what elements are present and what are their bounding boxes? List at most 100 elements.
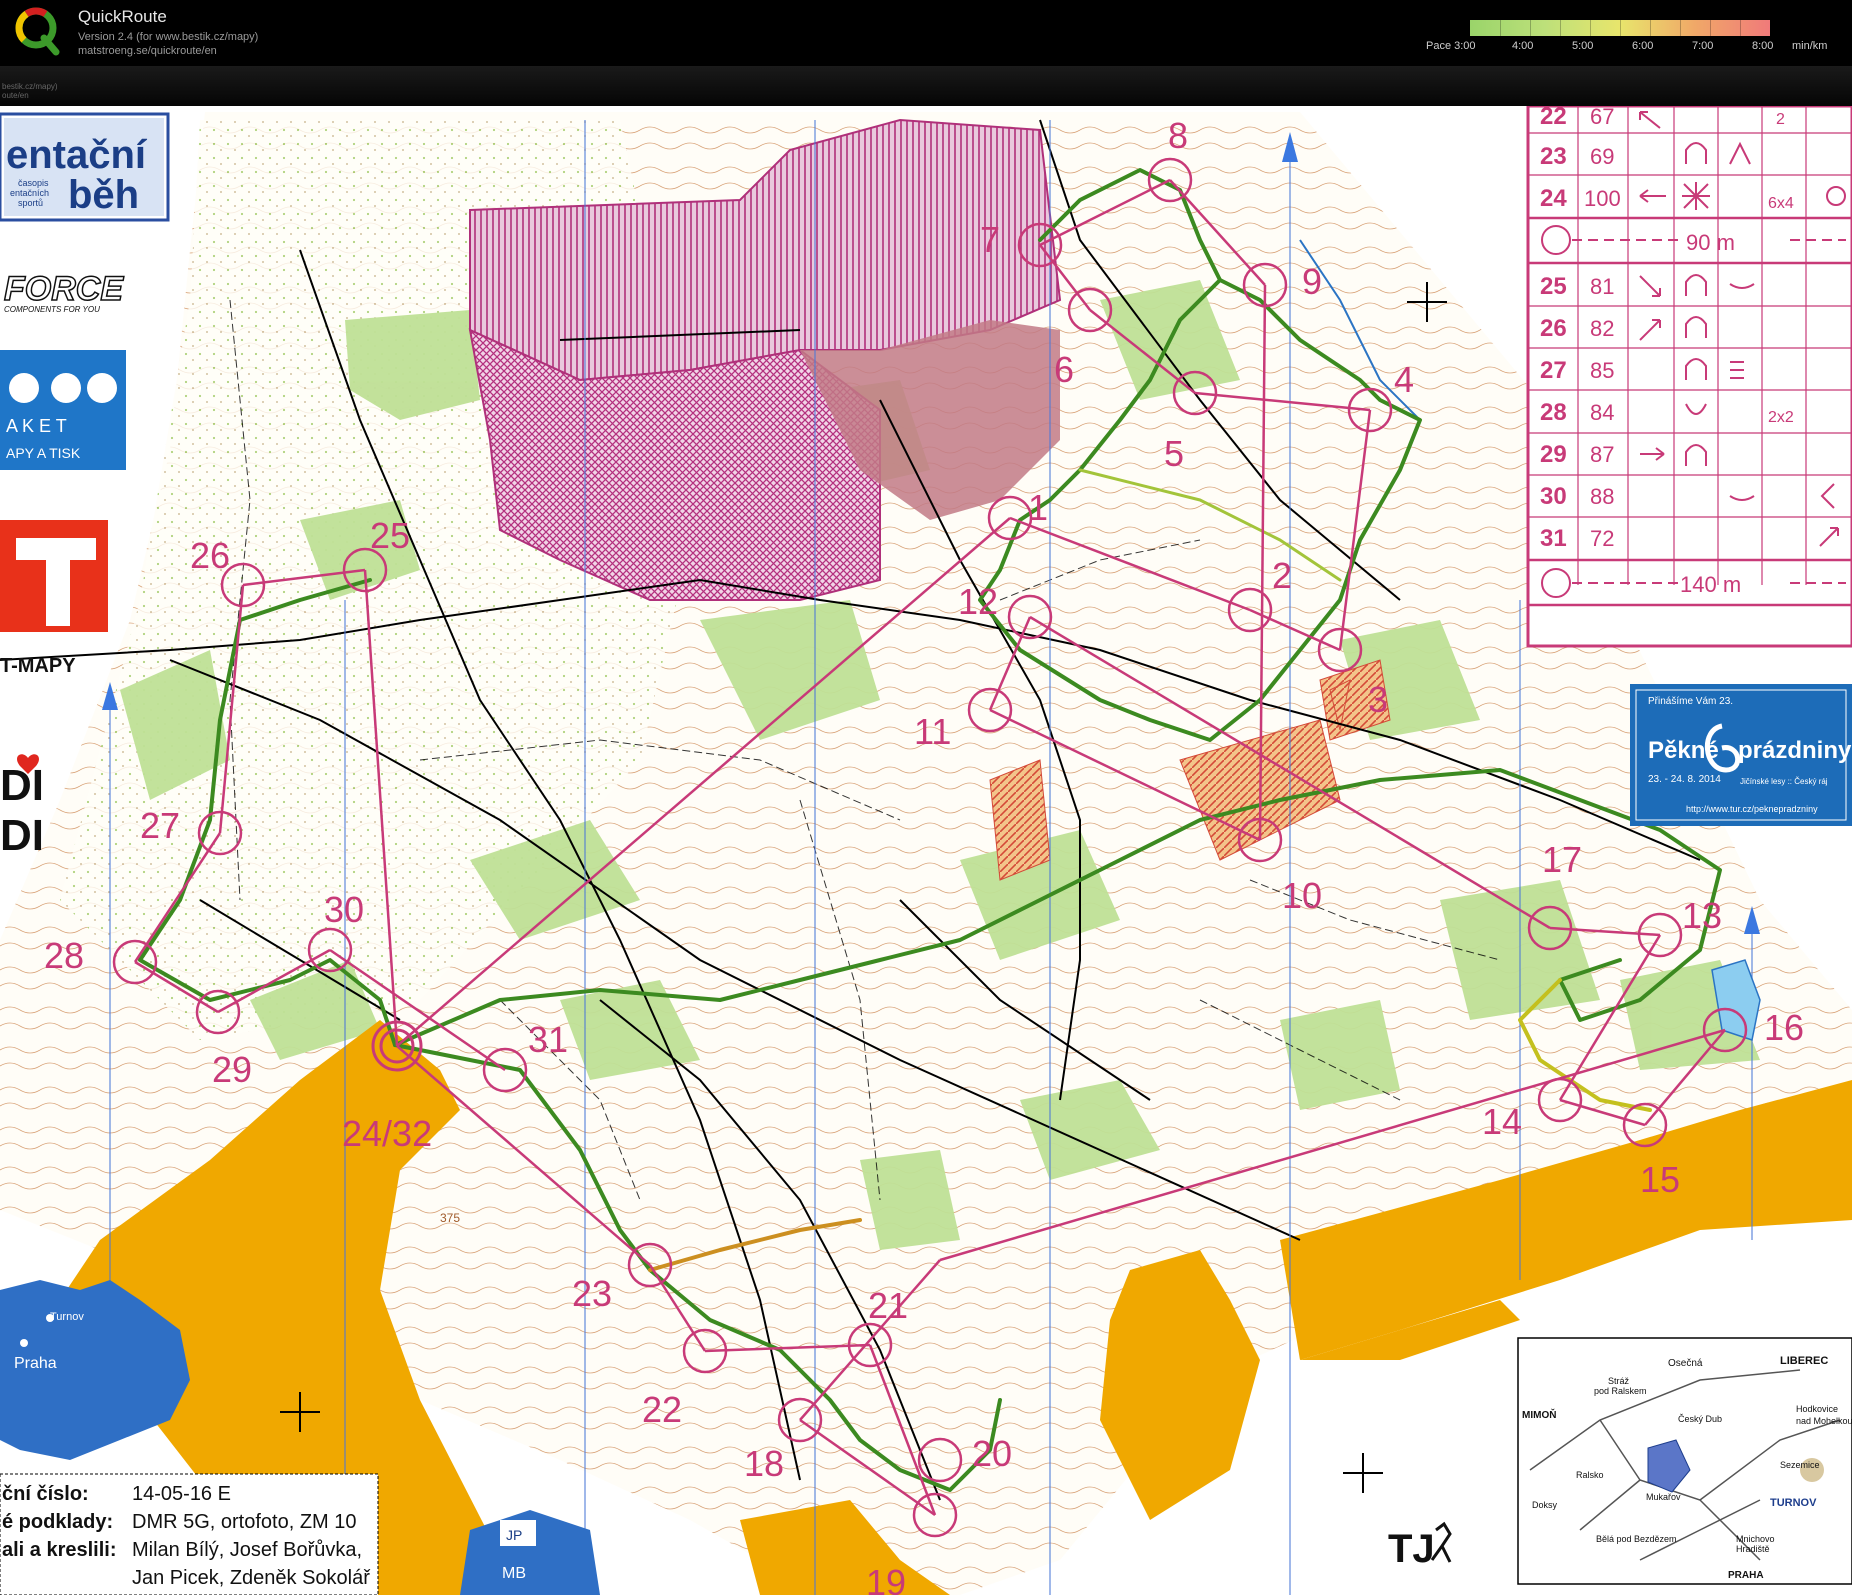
pace-tick-label: 6:00 <box>1632 40 1654 52</box>
table-cell-code: 85 <box>1590 358 1614 383</box>
inset-label: TURNOV <box>1770 1497 1817 1509</box>
table-cell-num: 28 <box>1540 399 1567 426</box>
info-value: Milan Bílý, Josef Bořůvka, <box>132 1539 362 1561</box>
magazine-title: běh <box>68 173 139 217</box>
table-cell-feat: 6x4 <box>1768 195 1794 212</box>
app-title: QuickRoute <box>78 7 167 26</box>
control-number: 16 <box>1764 1007 1804 1048</box>
control-number: 13 <box>1682 895 1722 936</box>
parking-label: MB <box>502 1565 526 1582</box>
banner-title: prázdniny <box>1738 737 1852 764</box>
locator-inset: LIBEREC Osečná Stráž pod Ralskem MIMOŇ Č… <box>1517 1337 1852 1585</box>
table-cell-num: 31 <box>1540 525 1567 552</box>
table-cell-code: 84 <box>1590 400 1614 425</box>
control-number: 5 <box>1164 433 1184 474</box>
table-cell-code: 87 <box>1590 442 1614 467</box>
odi-text: DI <box>0 761 44 810</box>
thicket-icon <box>1682 182 1710 210</box>
magazine-title: entační <box>6 133 148 177</box>
pace-tick-label: 4:00 <box>1512 40 1534 52</box>
control-number: 6 <box>1054 349 1074 390</box>
control-number: 8 <box>1168 115 1188 156</box>
odi-text: DI <box>0 811 44 860</box>
odi-ad: DI DI <box>0 754 44 860</box>
control-number: 31 <box>528 1019 568 1060</box>
parking-label: JP <box>506 1527 522 1543</box>
inset-label: Osečná <box>1668 1358 1703 1369</box>
pace-color-bar <box>1470 20 1770 36</box>
pace-tick-label: 5:00 <box>1572 40 1594 52</box>
inset-label: Stráž <box>1608 1376 1630 1386</box>
inset-label: Sezemice <box>1780 1460 1820 1470</box>
inset-label: Mnichovo <box>1736 1534 1775 1544</box>
table-cell-feat: 2 <box>1776 111 1785 128</box>
magazine-small: entačních <box>10 188 49 198</box>
control-number: 30 <box>324 889 364 930</box>
leg-distance: 90 m <box>1686 230 1735 255</box>
raket-text: A K E T <box>6 416 67 436</box>
inset-label: Hradiště <box>1736 1544 1770 1554</box>
control-number: 12 <box>958 581 998 622</box>
tmapy-text: T-MAPY <box>0 655 76 677</box>
control-number: 25 <box>370 515 410 556</box>
control-number: 19 <box>866 1562 906 1595</box>
pace-legend: Pace 3:00 4:00 5:00 6:00 7:00 8:00 min/k… <box>1420 18 1850 58</box>
control-number: 1 <box>1028 487 1048 528</box>
app-version: Version 2.4 (for www.bestik.cz/mapy) mat… <box>78 30 258 58</box>
inset-label: PRAHA <box>1728 1570 1764 1581</box>
website-text: matstroeng.se/quickroute/en <box>78 45 217 57</box>
quickroute-logo-icon <box>15 7 60 56</box>
control-number: 14 <box>1482 1101 1522 1142</box>
inset-label: nad Mohelkou <box>1796 1416 1852 1426</box>
magazine-small: časopis <box>18 178 49 188</box>
czech-city: Turnov <box>50 1311 84 1323</box>
version-text: Version 2.4 (for www.bestik.cz/mapy) <box>78 31 259 43</box>
control-number: 22 <box>642 1389 682 1430</box>
info-value: Jan Picek, Zdeněk Sokolář <box>132 1567 371 1589</box>
banner-region: Jičínské lesy :: Český ráj <box>1740 777 1828 786</box>
tj-text: TJ <box>1388 1527 1435 1571</box>
control-number: 17 <box>1542 839 1582 880</box>
pace-tick-label: 8:00 <box>1752 40 1774 52</box>
inset-label: LIBEREC <box>1780 1355 1828 1367</box>
inset-label: Mukařov <box>1646 1492 1681 1502</box>
table-cell-code: 72 <box>1590 526 1614 551</box>
pace-label-start: Pace 3:00 <box>1426 40 1476 52</box>
table-cell-num: 29 <box>1540 441 1567 468</box>
table-cell-feat: 2x2 <box>1768 409 1794 426</box>
table-cell-num: 25 <box>1540 273 1567 300</box>
table-cell-num: 23 <box>1540 143 1567 170</box>
control-number: 3 <box>1368 679 1388 720</box>
inset-label: Hodkovice <box>1796 1404 1838 1414</box>
info-value: DMR 5G, ortofoto, ZM 10 <box>132 1511 357 1533</box>
inset-label: Bělá pod Bezdězem <box>1596 1534 1677 1544</box>
control-number: 29 <box>212 1049 252 1090</box>
force-logo: FORCE <box>4 270 124 308</box>
czech-city: Praha <box>14 1355 57 1372</box>
raket-sub: APY A TISK <box>6 445 81 461</box>
control-number: 2 <box>1272 555 1292 596</box>
header-shadow <box>0 66 1852 106</box>
orienteering-map[interactable]: 1 2 3 4 5 6 7 8 9 10 11 12 13 14 15 16 1… <box>0 106 1852 1595</box>
leg-distance: 140 m <box>1680 572 1741 597</box>
map-info: ční číslo: 14-05-16 E é podklady: DMR 5G… <box>0 1473 379 1595</box>
inset-label: Ralsko <box>1576 1470 1604 1480</box>
app-header: QuickRoute Version 2.4 (for www.bestik.c… <box>0 0 1852 66</box>
force-sub: COMPONENTS FOR YOU <box>4 305 100 314</box>
control-number: 20 <box>972 1433 1012 1474</box>
info-label: ční číslo: <box>2 1483 89 1505</box>
control-number: 28 <box>44 935 84 976</box>
banner-url: http://www.tur.cz/peknepradzniny <box>1686 804 1818 814</box>
control-number: 18 <box>744 1443 784 1484</box>
banner-top: Přinášíme Vám 23. <box>1648 696 1733 707</box>
pekne-prazdniny-ad: Přinášíme Vám 23. Pěkné prázdniny 23. - … <box>1630 684 1852 826</box>
control-description-table: 22 23 24 25 26 27 28 29 30 31 32 67 69 1… <box>1526 106 1852 648</box>
table-cell-num: 22 <box>1540 106 1567 130</box>
control-number: 24/32 <box>342 1113 432 1154</box>
force-ad: FORCE COMPONENTS FOR YOU <box>3 269 125 314</box>
info-label: é podklady: <box>2 1511 113 1533</box>
inset-label: Český Dub <box>1678 1414 1722 1424</box>
ghost-line: oute/en <box>2 91 29 100</box>
inset-label: pod Ralskem <box>1594 1386 1647 1396</box>
inset-label: MIMOŇ <box>1522 1408 1556 1421</box>
